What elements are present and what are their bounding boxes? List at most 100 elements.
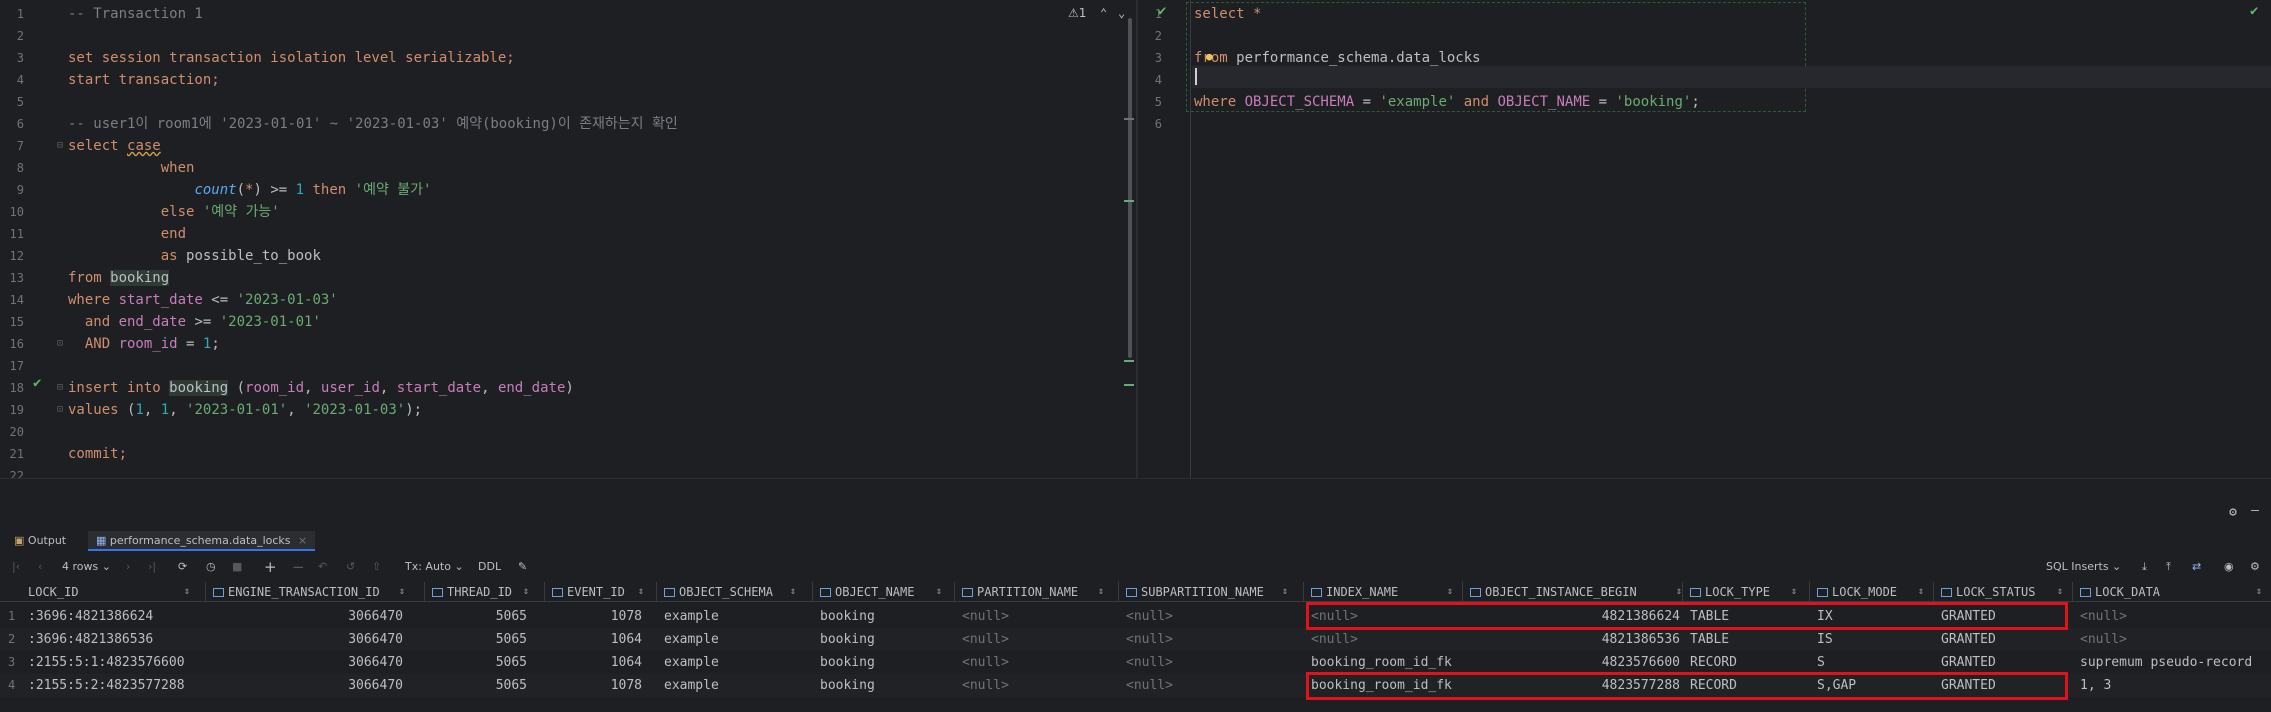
cell-engine_tx[interactable]: 3066470 [213,651,403,674]
cell-lock_id[interactable]: :3696:4821386536 [28,628,194,651]
code-line[interactable]: from performance_schema.data_locks [1194,47,1481,69]
column-header-index[interactable]: INDEX_NAME [1311,582,1447,602]
cell-lock_type[interactable]: TABLE [1690,628,1801,651]
pin-icon[interactable]: ✎ [518,557,527,577]
code-line[interactable]: count(*) >= 1 then '예약 불가' [68,179,431,201]
add-row-icon[interactable]: + [264,557,277,577]
cell-thread[interactable]: 5065 [432,605,527,628]
table-row[interactable]: 2 :3696:4821386536 3066470 5065 1064 example b… [0,628,2271,651]
tab-output[interactable]: ▣ Output [14,531,66,551]
revert-all-icon[interactable]: ↺ [346,557,355,577]
intention-bulb-icon[interactable]: ● [1206,50,1213,63]
code-line[interactable]: else '예약 가능' [68,201,280,223]
next-page-icon[interactable]: › [126,557,130,577]
sort-icon[interactable]: ⇕ [184,582,190,602]
column-separator[interactable] [656,582,657,602]
cell-event[interactable]: 1064 [552,628,642,651]
ddl-button[interactable]: DDL [478,557,501,577]
sql-code-area[interactable]: select * from performance_schema.data_loc… [1194,0,2241,478]
column-separator[interactable] [1462,582,1463,602]
cell-name[interactable]: booking [820,674,946,697]
code-line[interactable]: commit; [68,443,127,465]
code-line[interactable]: and end_date >= '2023-01-01' [68,311,321,333]
previous-highlight-arrow-icon[interactable]: ⌃ [1100,6,1107,20]
row-number[interactable]: 2 [8,628,15,651]
code-line[interactable]: select case [68,135,161,157]
fold-start-icon[interactable]: ⊟ [57,382,63,393]
rows-count-dropdown[interactable]: 4 rows ⌄ [62,557,111,577]
column-separator[interactable] [2072,582,2073,602]
cell-subpartition[interactable]: <null> [1126,651,1292,674]
column-header-name[interactable]: OBJECT_NAME [820,582,936,602]
column-header-lock_id[interactable]: LOCK_ID [28,582,184,602]
import-icon[interactable]: ⤒ [2166,557,2171,577]
code-line[interactable]: values (1, 1, '2023-01-01', '2023-01-03'… [68,399,422,421]
tab-data-locks[interactable]: ▦ performance_schema.data_locks × [88,531,316,551]
row-number[interactable]: 3 [8,651,15,674]
cell-engine_tx[interactable]: 3066470 [213,628,403,651]
last-page-icon[interactable]: ›| [148,557,156,577]
sort-icon[interactable]: ⇕ [523,582,529,602]
cell-obj_inst[interactable]: 4821386536 [1470,628,1680,651]
cell-name[interactable]: booking [820,628,946,651]
cell-lock_id[interactable]: :2155:5:1:4823576600 [28,651,194,674]
sort-icon[interactable]: ⇕ [936,582,942,602]
sort-icon[interactable]: ⇕ [1282,582,1288,602]
cell-partition[interactable]: <null> [962,651,1108,674]
cell-thread[interactable]: 5065 [432,628,527,651]
code-line[interactable]: AND room_id = 1; [68,333,220,355]
cell-thread[interactable]: 5065 [432,651,527,674]
column-separator[interactable] [424,582,425,602]
next-highlight-arrow-icon[interactable]: ⌄ [1118,6,1125,20]
compare-icon[interactable]: ⇄ [2192,557,2201,577]
cell-event[interactable]: 1064 [552,651,642,674]
query-history-icon[interactable]: ◷ [206,557,216,577]
cell-name[interactable]: booking [820,605,946,628]
sort-icon[interactable]: ⇕ [638,582,644,602]
code-line[interactable]: as possible_to_book [68,245,321,267]
cell-lock_data[interactable]: <null> [2080,605,2266,628]
cell-schema[interactable]: example [664,674,800,697]
cell-lock_data[interactable]: <null> [2080,628,2266,651]
column-separator[interactable] [1682,582,1683,602]
cell-subpartition[interactable]: <null> [1126,605,1292,628]
cell-subpartition[interactable]: <null> [1126,628,1292,651]
editor-transaction-1[interactable]: 1 2 3 4 5 6 7 8 9 10 11 12 13 14 15 16 17 18 19 20 21 22 -- T… [0,0,1136,478]
cell-partition[interactable]: <null> [962,605,1108,628]
code-line[interactable]: select * [1194,3,1261,25]
fold-end-icon[interactable]: ⊡ [57,338,63,349]
column-separator[interactable] [954,582,955,602]
previous-page-icon[interactable]: ‹ [38,557,42,577]
row-number[interactable]: 1 [8,605,15,628]
code-line[interactable]: when [68,157,195,179]
sort-icon[interactable]: ⇕ [1791,582,1797,602]
transaction-mode-dropdown[interactable]: Tx: Auto ⌄ [405,557,464,577]
cell-lock_status[interactable]: GRANTED [1941,651,2067,674]
refresh-icon[interactable]: ⟳ [178,557,187,577]
cell-lock_mode[interactable]: S [1817,651,1928,674]
code-line[interactable]: where start_date <= '2023-01-03' [68,289,338,311]
cell-engine_tx[interactable]: 3066470 [213,605,403,628]
code-line[interactable]: set session transaction isolation level … [68,47,515,69]
settings-gear-icon[interactable]: ⚙ [2229,505,2237,520]
code-line[interactable]: insert into booking (room_id, user_id, s… [68,377,574,399]
inspection-warning-icon[interactable]: ⚠1 [1068,6,1086,20]
code-line[interactable]: from booking [68,267,170,289]
sort-icon[interactable]: ⇕ [399,582,405,602]
column-header-lock_type[interactable]: LOCK_TYPE [1690,582,1791,602]
cell-schema[interactable]: example [664,628,800,651]
export-icon[interactable]: ⤓ [2142,557,2147,577]
column-separator[interactable] [1303,582,1304,602]
cell-engine_tx[interactable]: 3066470 [213,674,403,697]
column-header-thread[interactable]: THREAD_ID [432,582,523,602]
grid-settings-icon[interactable]: ⚙ [2250,557,2260,577]
first-page-icon[interactable]: |‹ [12,557,20,577]
cell-event[interactable]: 1078 [552,605,642,628]
column-header-engine_tx[interactable]: ENGINE_TRANSACTION_ID [213,582,399,602]
sort-icon[interactable]: ⇕ [1098,582,1104,602]
delete-row-icon[interactable]: − [292,557,305,577]
column-header-lock_mode[interactable]: LOCK_MODE [1817,582,1918,602]
cell-lock_data[interactable]: supremum pseudo-record [2080,651,2266,674]
row-number[interactable]: 4 [8,674,15,697]
submit-icon[interactable]: ⇧ [372,557,381,577]
